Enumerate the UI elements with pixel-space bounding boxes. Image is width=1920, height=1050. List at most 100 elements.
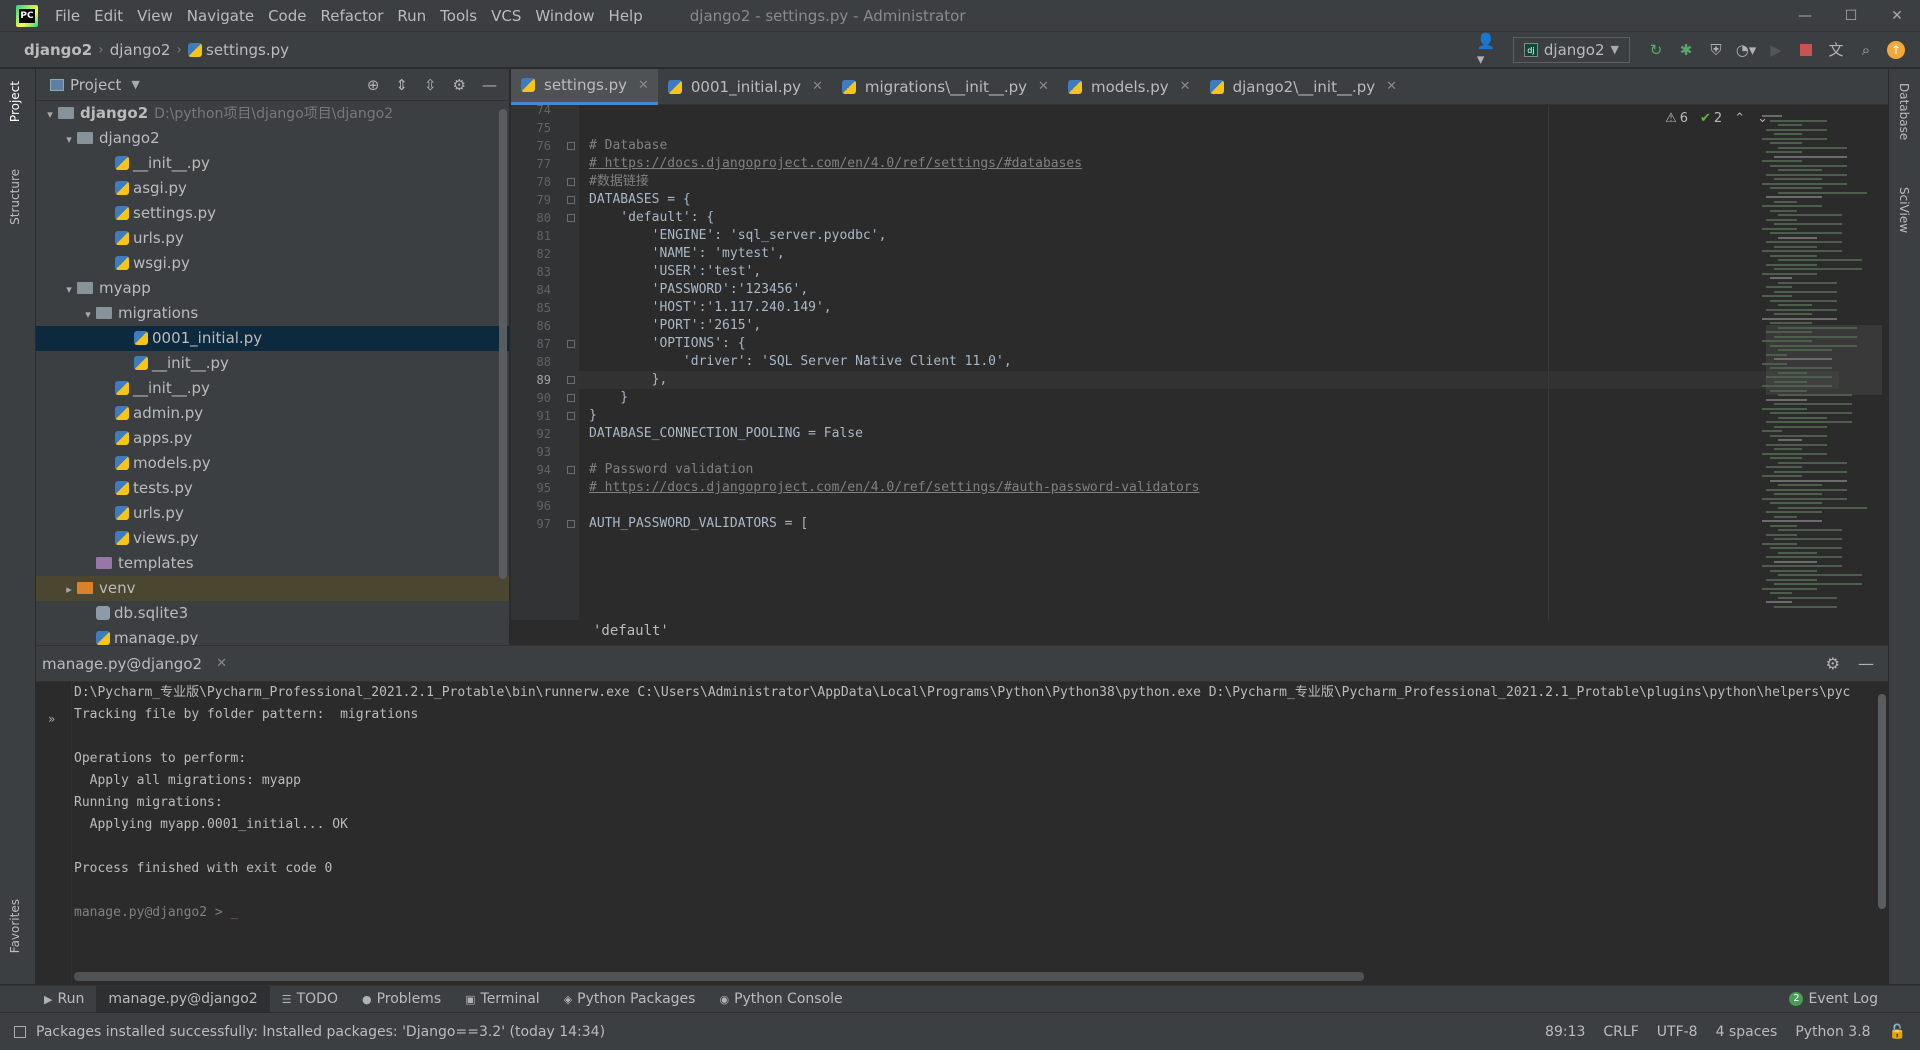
bottom-tab-python-packages[interactable]: ◈ Python Packages — [552, 986, 708, 1013]
fold-marker-icon[interactable] — [567, 178, 575, 186]
minimize-button[interactable]: — — [1782, 8, 1828, 24]
breadcrumb-folder[interactable]: django2 — [106, 41, 175, 59]
hide-icon[interactable]: — — [1858, 654, 1874, 673]
tree-item[interactable]: asgi.py — [36, 176, 509, 201]
fold-marker-icon[interactable] — [567, 340, 575, 348]
menu-file[interactable]: File — [48, 0, 87, 32]
inspection-widget[interactable]: 6 2 ⌃ ⌄ — [1665, 111, 1768, 126]
coverage-icon[interactable]: ⛨ — [1706, 40, 1726, 60]
maximize-button[interactable]: ☐ — [1828, 8, 1874, 24]
tree-scrollbar[interactable] — [499, 109, 507, 579]
stop-icon[interactable] — [1796, 40, 1816, 60]
editor-tab[interactable]: models.py ✕ — [1058, 69, 1200, 105]
run-icon[interactable]: ▶ — [1766, 40, 1786, 60]
indent-setting[interactable]: 4 spaces — [1716, 1024, 1778, 1040]
menu-vcs[interactable]: VCS — [484, 0, 528, 32]
menu-view[interactable]: View — [130, 0, 180, 32]
menu-refactor[interactable]: Refactor — [313, 0, 390, 32]
chevron-down-icon[interactable]: ▾ — [42, 102, 58, 127]
tree-item[interactable]: models.py — [36, 451, 509, 476]
tree-item[interactable]: tests.py — [36, 476, 509, 501]
close-icon[interactable]: ✕ — [638, 78, 649, 93]
tree-item[interactable]: urls.py — [36, 501, 509, 526]
console-vertical-scrollbar[interactable] — [1878, 694, 1886, 909]
chevron-up-icon[interactable]: ⌃ — [1734, 111, 1745, 126]
fold-marker-icon[interactable] — [567, 214, 575, 222]
line-separator[interactable]: CRLF — [1603, 1024, 1638, 1040]
close-icon[interactable]: ✕ — [1180, 79, 1191, 94]
bottom-tab-terminal[interactable]: ▣ Terminal — [453, 986, 552, 1013]
close-icon[interactable]: ✕ — [1038, 79, 1049, 94]
editor-tab[interactable]: migrations\__init__.py ✕ — [832, 69, 1058, 105]
close-icon[interactable]: ✕ — [812, 79, 823, 94]
tree-item[interactable]: ▾ myapp — [36, 276, 509, 301]
menu-tools[interactable]: Tools — [433, 0, 484, 32]
status-toggle-icon[interactable] — [14, 1025, 26, 1038]
expand-all-icon[interactable]: ⇕ — [395, 76, 408, 94]
menu-edit[interactable]: Edit — [87, 0, 130, 32]
tree-item[interactable]: admin.py — [36, 401, 509, 426]
fold-marker-icon[interactable] — [567, 196, 575, 204]
console-prompt[interactable]: manage.py@django2 > _ — [74, 902, 1874, 924]
tree-item[interactable]: 0001_initial.py — [36, 326, 509, 351]
favorites-tool-tab[interactable]: Favorites — [8, 899, 22, 953]
close-icon[interactable]: ✕ — [216, 656, 227, 671]
fold-marker-icon[interactable] — [567, 466, 575, 474]
editor-tab[interactable]: 0001_initial.py ✕ — [658, 69, 832, 105]
project-view-select[interactable]: Project — [70, 76, 121, 94]
chevron-down-icon[interactable]: ▾ — [61, 127, 77, 152]
gear-icon[interactable]: ⚙ — [453, 76, 466, 94]
tree-item[interactable]: settings.py — [36, 201, 509, 226]
tree-item[interactable]: ▾ migrations — [36, 301, 509, 326]
menu-help[interactable]: Help — [602, 0, 650, 32]
locate-icon[interactable]: ⊕ — [367, 76, 380, 94]
tree-item[interactable]: urls.py — [36, 226, 509, 251]
breadcrumb-file[interactable]: settings.py — [184, 41, 293, 59]
rerun-icon[interactable]: ↻ — [1646, 40, 1666, 60]
tree-item[interactable]: __init__.py — [36, 351, 509, 376]
chevron-right-icon[interactable]: ▸ — [61, 577, 77, 602]
bottom-tab-python-console[interactable]: ◉ Python Console — [707, 986, 854, 1013]
chevron-down-icon[interactable]: ▾ — [61, 277, 77, 302]
caret-position[interactable]: 89:13 — [1545, 1024, 1585, 1040]
lock-icon[interactable]: 🔓 — [1889, 1024, 1906, 1040]
menu-window[interactable]: Window — [528, 0, 601, 32]
typo-count[interactable]: 2 — [1700, 111, 1722, 126]
tree-item[interactable]: ▾ django2 D:\python项目\django项目\django2 — [36, 101, 509, 126]
tree-item[interactable]: templates — [36, 551, 509, 576]
tree-item[interactable]: ▾ django2 — [36, 126, 509, 151]
bottom-tab-problems[interactable]: ● Problems — [350, 986, 453, 1013]
project-tool-tab[interactable]: Project — [8, 81, 22, 122]
bottom-tab-manage-py-django2[interactable]: manage.py@django2 — [96, 985, 270, 1013]
tree-item[interactable]: ▸ venv — [36, 576, 509, 601]
fold-marker-icon[interactable] — [567, 376, 575, 384]
profile-icon[interactable]: ◔▾ — [1736, 40, 1757, 60]
fold-marker-icon[interactable] — [567, 412, 575, 420]
hide-icon[interactable]: — — [482, 76, 497, 94]
user-icon[interactable]: 👤▾ — [1477, 32, 1497, 68]
debug-icon[interactable]: ✱ — [1676, 40, 1696, 60]
chevron-down-icon[interactable]: ▾ — [80, 302, 96, 327]
chevron-down-icon[interactable]: ▼ — [131, 78, 139, 91]
run-tab[interactable]: manage.py@django2 — [42, 655, 202, 673]
database-tool-tab[interactable]: Database — [1897, 83, 1911, 140]
tree-item[interactable]: apps.py — [36, 426, 509, 451]
fold-marker-icon[interactable] — [567, 142, 575, 150]
run-configuration-select[interactable]: dj django2 ▼ — [1512, 36, 1630, 63]
menu-code[interactable]: Code — [261, 0, 313, 32]
tree-item[interactable]: db.sqlite3 — [36, 601, 509, 626]
console-horizontal-scrollbar[interactable] — [74, 972, 1364, 981]
tree-item[interactable]: views.py — [36, 526, 509, 551]
update-icon[interactable]: ↑ — [1886, 40, 1906, 60]
warning-count[interactable]: 6 — [1665, 111, 1688, 126]
code-breadcrumb[interactable]: 'default' — [593, 623, 669, 639]
collapse-all-icon[interactable]: ⇳ — [424, 76, 437, 94]
file-encoding[interactable]: UTF-8 — [1657, 1024, 1698, 1040]
search-icon[interactable]: ⌕ — [1856, 40, 1876, 60]
close-window-button[interactable]: ✕ — [1874, 8, 1920, 24]
bottom-tab-todo[interactable]: ☰ TODO — [270, 986, 350, 1013]
status-message[interactable]: Packages installed successfully: Install… — [36, 1024, 605, 1040]
breadcrumb-project[interactable]: django2 — [0, 41, 96, 59]
sciview-tool-tab[interactable]: SciView — [1897, 187, 1911, 233]
tree-item[interactable]: wsgi.py — [36, 251, 509, 276]
